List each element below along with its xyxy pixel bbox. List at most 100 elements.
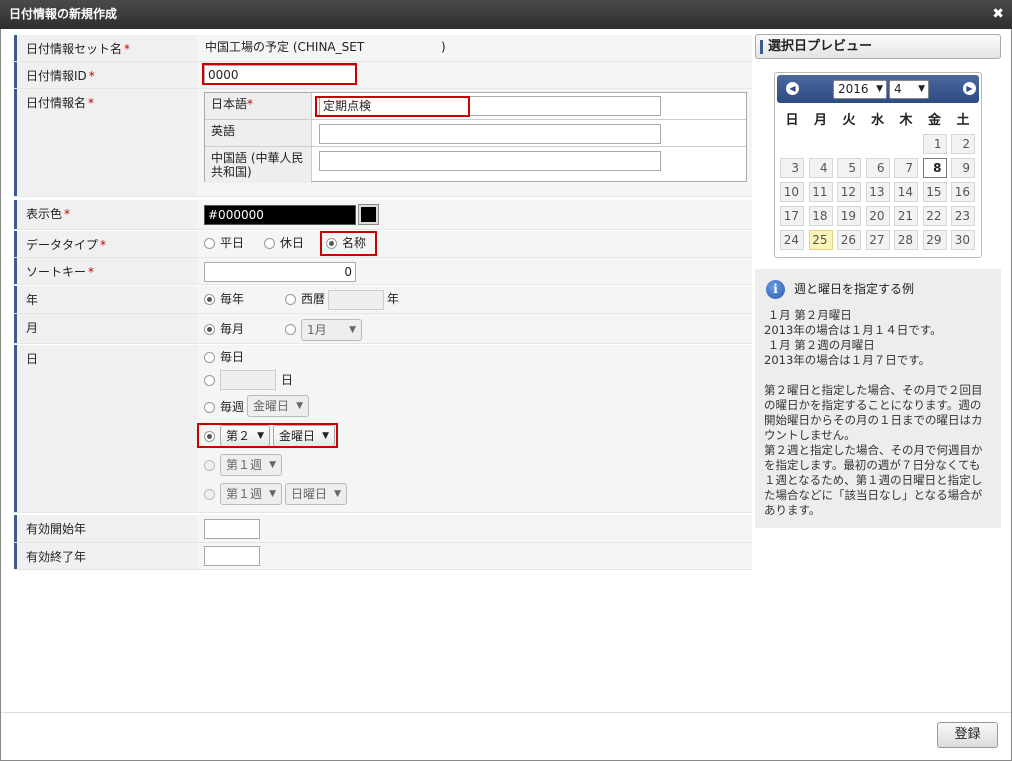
valid-end-input[interactable]	[204, 546, 260, 566]
label-day-weekly: 毎週	[220, 400, 245, 414]
calendar-day[interactable]: 16	[951, 182, 975, 202]
chevron-down-icon: ▼	[296, 401, 303, 411]
calendar-day[interactable]: 4	[808, 158, 833, 178]
radio-day-nth[interactable]	[204, 431, 215, 442]
calendar-month-select[interactable]: 4 ▼	[889, 80, 929, 99]
calendar-day[interactable]: 23	[951, 206, 975, 226]
radio-day-weekly[interactable]	[204, 402, 215, 413]
radio-month-every[interactable]	[204, 324, 215, 335]
color-picker-button[interactable]	[358, 204, 379, 225]
calendar-day[interactable]: 9	[951, 158, 975, 178]
label-sort-key: ソートキー *	[14, 258, 197, 284]
row-valid-start: 有効開始年	[14, 515, 752, 543]
label-valid-end: 有効終了年	[14, 543, 197, 569]
radio-year-western[interactable]	[285, 294, 296, 305]
calendar-day[interactable]: 15	[922, 182, 947, 202]
label-month: 月	[14, 314, 197, 343]
calendar-day[interactable]: 27	[865, 230, 890, 250]
calendar-header: ◀ 2016 ▼ 4 ▼ ▶	[777, 75, 979, 103]
calendar-day[interactable]: 8	[922, 158, 947, 178]
chevron-down-icon: ▼	[257, 431, 264, 441]
month-select[interactable]: 1月 ▼	[301, 319, 362, 341]
chevron-down-icon: ▼	[322, 431, 329, 441]
radio-month-specific[interactable]	[285, 324, 296, 335]
calendar-day[interactable]: 7	[894, 158, 918, 178]
radio-day-specific[interactable]	[204, 375, 215, 386]
name-lang-table: 日本語* 定期点検 英語 中国語 (中華人民共和国)	[204, 92, 747, 183]
row-sort-key: ソートキー * 0	[14, 258, 752, 285]
footer-divider	[1, 712, 1011, 713]
week-day-select-2[interactable]: 日曜日 ▼	[285, 483, 347, 505]
calendar: ◀ 2016 ▼ 4 ▼ ▶ 日月火水木金土 1 2 3 4 5 6 7 8 9 10 11 12 13 14 1…	[774, 72, 982, 258]
radio-day-week[interactable]	[204, 460, 215, 471]
label-year-western: 西暦	[301, 292, 326, 306]
name-zh-input[interactable]	[319, 151, 661, 171]
calendar-day[interactable]: 2	[951, 134, 975, 154]
calendar-day[interactable]: 25	[808, 230, 833, 250]
weekday-header: 月	[813, 113, 827, 128]
name-ja-input[interactable]: 定期点検	[319, 96, 661, 116]
chevron-down-icon: ▼	[349, 325, 356, 335]
label-name-type: 名称	[342, 236, 367, 250]
calendar-day[interactable]: 1	[922, 134, 947, 154]
valid-start-input[interactable]	[204, 519, 260, 539]
calendar-day[interactable]: 22	[922, 206, 947, 226]
nth-day-select[interactable]: 金曜日 ▼	[273, 425, 335, 447]
calendar-day[interactable]: 26	[837, 230, 861, 250]
prev-month-icon[interactable]: ◀	[786, 82, 799, 95]
calendar-day[interactable]: 28	[894, 230, 918, 250]
calendar-day[interactable]: 12	[837, 182, 861, 202]
color-input[interactable]: #000000	[204, 205, 356, 225]
radio-day-week-day[interactable]	[204, 489, 215, 500]
row-valid-end: 有効終了年	[14, 543, 752, 570]
calendar-day[interactable]: 18	[808, 206, 833, 226]
id-input[interactable]: 0000	[204, 65, 356, 85]
close-icon[interactable]: ✖	[992, 0, 1004, 29]
calendar-day[interactable]: 13	[865, 182, 890, 202]
sort-key-input[interactable]: 0	[204, 262, 356, 282]
calendar-day[interactable]: 17	[780, 206, 804, 226]
calendar-day[interactable]: 20	[865, 206, 890, 226]
calendar-day[interactable]: 14	[894, 182, 918, 202]
calendar-day[interactable]: 6	[865, 158, 890, 178]
label-holiday: 休日	[280, 236, 305, 250]
calendar-day[interactable]: 29	[922, 230, 947, 250]
radio-weekday[interactable]	[204, 238, 215, 249]
info-title: 週と曜日を指定する例	[794, 282, 915, 296]
calendar-day[interactable]: 5	[837, 158, 861, 178]
weekly-day-select[interactable]: 金曜日 ▼	[247, 395, 309, 417]
calendar-day[interactable]: 19	[837, 206, 861, 226]
week-select-2[interactable]: 第１週 ▼	[220, 483, 282, 505]
calendar-day[interactable]: 10	[780, 182, 804, 202]
name-en-input[interactable]	[319, 124, 661, 144]
save-button[interactable]: 登録	[937, 722, 998, 748]
radio-year-every[interactable]	[204, 294, 215, 305]
weekday-header: 金	[927, 113, 941, 128]
label-color: 表示色 *	[14, 200, 197, 229]
label-weekday: 平日	[220, 236, 245, 250]
calendar-day[interactable]: 30	[951, 230, 975, 250]
calendar-year-select[interactable]: 2016 ▼	[833, 80, 887, 99]
weekday-header: 土	[956, 113, 970, 128]
year-input[interactable]	[328, 290, 384, 310]
next-month-icon[interactable]: ▶	[963, 82, 976, 95]
row-name: 日付情報名 * 日本語* 定期点検 英語 中国語 (中華人民共和国)	[14, 89, 752, 197]
radio-name[interactable]	[326, 238, 337, 249]
radio-holiday[interactable]	[264, 238, 275, 249]
row-year: 年 毎年 西暦 年	[14, 286, 752, 314]
calendar-day[interactable]: 21	[894, 206, 918, 226]
day-input[interactable]	[220, 370, 276, 390]
info-body: １月 第２月曜日 2013年の場合は１月１４日です。 １月 第２週の月曜日 20…	[764, 308, 983, 517]
week-select[interactable]: 第１週 ▼	[220, 454, 282, 476]
chevron-down-icon: ▼	[334, 489, 341, 499]
calendar-day[interactable]: 11	[808, 182, 833, 202]
info-icon: i	[766, 280, 785, 299]
radio-day-every[interactable]	[204, 352, 215, 363]
weekday-header: 日	[785, 113, 799, 128]
calendar-day[interactable]: 24	[780, 230, 804, 250]
color-swatch	[361, 207, 376, 222]
label-name: 日付情報名 *	[14, 89, 197, 196]
preview-header: 選択日プレビュー	[755, 34, 1001, 59]
nth-select[interactable]: 第２ ▼	[220, 425, 270, 447]
calendar-day[interactable]: 3	[780, 158, 804, 178]
